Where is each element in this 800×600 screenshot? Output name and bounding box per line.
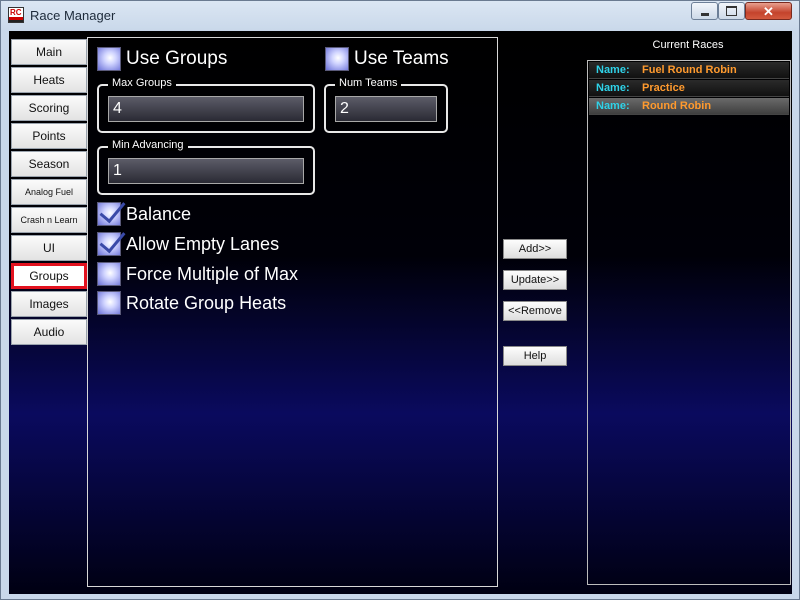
nav-tab-label: Audio xyxy=(33,325,65,339)
app-icon-text: RC xyxy=(10,8,22,17)
rotate-group-heats-label: Rotate Group Heats xyxy=(126,292,287,313)
minimize-icon xyxy=(700,12,709,16)
nav-tab-analog-fuel[interactable]: Analog Fuel xyxy=(11,179,87,205)
minimize-button[interactable] xyxy=(691,2,718,20)
use-groups-checkbox[interactable] xyxy=(97,47,121,71)
race-list-item-selected[interactable]: Name: Round Robin xyxy=(589,98,789,115)
min-advancing-group: Min Advancing 1 xyxy=(97,139,315,195)
nav-tab-label: Crash n Learn xyxy=(20,215,78,225)
race-manager-window: RC Race Manager ✕ Main Heats Scoring Poi… xyxy=(0,0,800,600)
rotate-group-heats-checkbox[interactable] xyxy=(97,291,121,315)
balance-label: Balance xyxy=(126,203,192,224)
remove-button[interactable]: <<Remove xyxy=(503,301,567,321)
race-list-item[interactable]: Name: Fuel Round Robin xyxy=(589,62,789,79)
allow-empty-lanes-checkbox[interactable] xyxy=(97,225,126,256)
groups-settings-panel: Use Groups Use Teams Max Groups 4 Num Te… xyxy=(87,37,498,587)
nav-tab-label: Heats xyxy=(33,73,65,87)
race-key-label: Name: xyxy=(596,100,630,112)
force-multiple-of-max-checkbox[interactable] xyxy=(97,262,121,286)
use-teams-checkbox[interactable] xyxy=(325,47,349,71)
update-button[interactable]: Update>> xyxy=(503,270,567,290)
maximize-button[interactable] xyxy=(718,2,745,20)
nav-tab-label: Scoring xyxy=(28,101,70,115)
min-advancing-legend: Min Advancing xyxy=(108,139,188,151)
race-key-label: Name: xyxy=(596,82,630,94)
nav-tab-label: Analog Fuel xyxy=(24,187,74,197)
nav-tab-label: Points xyxy=(32,129,66,143)
use-groups-option[interactable]: Use Groups xyxy=(97,47,227,71)
balance-checkbox[interactable] xyxy=(97,195,126,226)
allow-empty-lanes-option[interactable]: Allow Empty Lanes xyxy=(97,225,280,256)
nav-tab-images[interactable]: Images xyxy=(11,291,87,317)
rotate-group-heats-option[interactable]: Rotate Group Heats xyxy=(97,291,286,315)
num-teams-legend: Num Teams xyxy=(335,77,402,89)
side-nav: Main Heats Scoring Points Season Analog … xyxy=(11,39,87,347)
app-icon: RC xyxy=(8,7,24,23)
force-multiple-of-max-label: Force Multiple of Max xyxy=(126,263,299,284)
title-bar[interactable]: RC Race Manager ✕ xyxy=(1,1,799,29)
nav-tab-label: Season xyxy=(28,157,70,171)
current-races-title: Current Races xyxy=(652,39,724,51)
close-icon: ✕ xyxy=(763,3,774,19)
add-button[interactable]: Add>> xyxy=(503,239,567,259)
race-list-item[interactable]: Name: Practice xyxy=(589,80,789,97)
nav-tab-label: Groups xyxy=(29,269,69,283)
nav-tab-ui[interactable]: UI xyxy=(11,235,87,261)
num-teams-input[interactable]: 2 xyxy=(335,96,437,122)
nav-tab-scoring[interactable]: Scoring xyxy=(11,95,87,121)
checkmark-icon xyxy=(99,225,126,254)
window-title: Race Manager xyxy=(30,8,116,23)
current-races-list[interactable]: Name: Fuel Round Robin Name: Practice Na… xyxy=(587,60,791,585)
client-area: Main Heats Scoring Points Season Analog … xyxy=(9,31,792,594)
race-name: Practice xyxy=(642,82,685,94)
nav-tab-label: Images xyxy=(29,297,69,311)
use-groups-label: Use Groups xyxy=(126,48,228,69)
checkmark-icon xyxy=(99,195,126,224)
nav-tab-heats[interactable]: Heats xyxy=(11,67,87,93)
help-button[interactable]: Help xyxy=(503,346,567,366)
use-teams-option[interactable]: Use Teams xyxy=(325,47,449,71)
race-name: Fuel Round Robin xyxy=(642,64,737,76)
allow-empty-lanes-label: Allow Empty Lanes xyxy=(126,233,280,254)
num-teams-group: Num Teams 2 xyxy=(324,77,448,133)
nav-tab-main[interactable]: Main xyxy=(11,39,87,65)
force-multiple-of-max-option[interactable]: Force Multiple of Max xyxy=(97,262,298,286)
nav-tab-label: Main xyxy=(35,45,62,59)
nav-tab-label: UI xyxy=(43,241,55,255)
race-key-label: Name: xyxy=(596,64,630,76)
max-groups-group: Max Groups 4 xyxy=(97,77,315,133)
use-teams-label: Use Teams xyxy=(354,48,449,69)
nav-tab-groups[interactable]: Groups xyxy=(11,263,87,289)
balance-option[interactable]: Balance xyxy=(97,195,192,226)
nav-tab-points[interactable]: Points xyxy=(11,123,87,149)
max-groups-legend: Max Groups xyxy=(108,77,176,89)
nav-tab-audio[interactable]: Audio xyxy=(11,319,87,345)
close-button[interactable]: ✕ xyxy=(745,2,792,20)
nav-tab-season[interactable]: Season xyxy=(11,151,87,177)
max-groups-input[interactable]: 4 xyxy=(108,96,304,122)
race-name: Round Robin xyxy=(642,100,712,112)
nav-tab-crash-n-learn[interactable]: Crash n Learn xyxy=(11,207,87,233)
maximize-icon xyxy=(726,6,737,16)
min-advancing-input[interactable]: 1 xyxy=(108,158,304,184)
